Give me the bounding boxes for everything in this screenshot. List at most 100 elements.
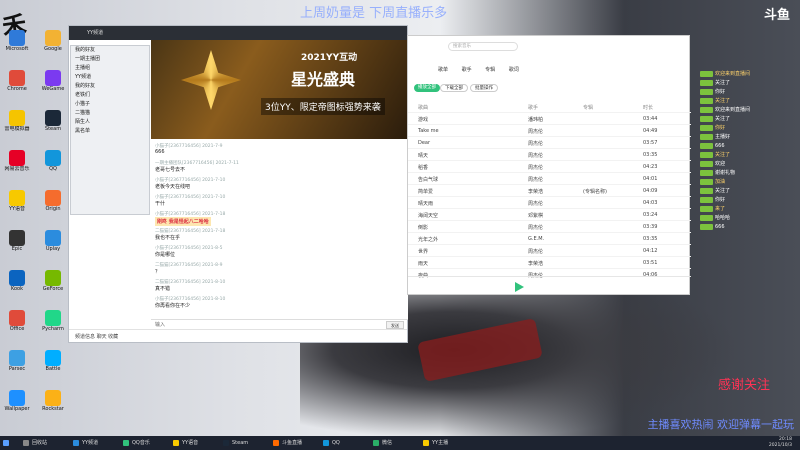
music-row[interactable]: 告白气球 周杰伦 04:01 [408,172,691,184]
taskbar-item[interactable]: 回收站 [22,438,68,448]
desktop-icon[interactable]: Kook [0,270,34,298]
music-search-input[interactable]: 搜索音乐 [448,42,518,51]
play-all-button[interactable]: 播放全部 [414,84,440,92]
taskbar-app-icon [323,440,329,446]
taskbar-item[interactable]: QQ [322,438,368,448]
danmaku-item: 关注了 [700,97,800,106]
download-all-button[interactable]: 下载全部 [440,84,468,92]
contact-list-item[interactable]: 我的好友 [71,46,149,55]
danmaku-text: 欢迎来到直播间 [715,71,751,77]
music-row[interactable]: 海阔天空 邓紫棋 03:24 [408,208,691,220]
music-window[interactable]: 搜索音乐 歌单 歌手 专辑 歌词 播放全部 下载全部 批量操作 歌曲 歌手 专辑 时长… [407,35,691,296]
desktop-icon[interactable]: Epic [0,230,34,258]
desktop-icon[interactable]: GeForce [36,270,70,298]
desktop-icon[interactable]: Office [0,310,34,338]
chat-message-body: 老板今天在线吧 [155,184,191,190]
desktop-icon[interactable]: Pycharm [36,310,70,338]
desktop-icon[interactable]: 雷电模拟器 [0,110,34,138]
danmaku-item: 欢迎来到直播间 [700,106,800,115]
music-cell: 李荣浩 [528,261,544,267]
desktop-icon-label: WeGame [41,86,65,92]
chat-message: 小猫子[2367716456] 2021-7-10 老板今天在线吧 [155,177,395,190]
contact-list-item[interactable]: 我的好友 [71,82,149,91]
contact-list-item[interactable]: 主播组 [71,64,149,73]
chat-message-body: 我也不在乎 [155,235,181,241]
desktop-icon[interactable]: Google [36,30,70,58]
desktop-icon[interactable]: QQ [36,150,70,178]
contact-list-item[interactable]: 陌生人 [71,118,149,127]
desktop-icon[interactable]: Wallpaper [0,390,34,418]
music-row[interactable]: 雨天 李荣浩 03:51 [408,256,691,268]
taskbar-item[interactable]: 微信 [372,438,418,448]
music-row[interactable]: 简单爱 李荣浩 (专辑名称) 04:09 [408,184,691,196]
music-row[interactable]: 光年之外 G.E.M. 03:35 [408,232,691,244]
taskbar-item[interactable]: YY频道 [72,438,118,448]
desktop-icon[interactable]: Rockstar [36,390,70,418]
contact-list-item[interactable]: YY频道 [71,73,149,82]
event-banner[interactable]: 2021YY互动 星光盛典 3位YY、限定帝图标强势来袭 [151,40,408,139]
music-cell: 倒影 [418,225,429,231]
music-row[interactable]: 游戏 潘玮柏 03:44 [408,112,691,124]
contact-list-item[interactable]: 小猫子 [71,100,149,109]
music-row[interactable]: 晴天 周杰伦 03:35 [408,148,691,160]
music-cell: 04:12 [643,248,658,254]
desktop-icon-label: Microsoft [5,46,29,52]
taskbar-item-label: YY主播 [432,440,449,446]
taskbar-item[interactable]: YY语音 [172,438,218,448]
music-cell: 03:39 [643,224,658,230]
music-tabs[interactable]: 歌单 歌手 专辑 歌词 [438,66,519,73]
app-icon [9,350,25,366]
play-icon[interactable] [515,282,524,292]
chat-input[interactable]: 输入 发送 [151,319,408,329]
desktop-icon[interactable]: 网易云音乐 [0,150,34,178]
chat-message-body: 你是哪位 [155,252,176,258]
yy-title-bar[interactable]: YY频道 [69,26,407,40]
desktop-icon-label: Office [9,326,25,332]
contact-list-item[interactable]: 二猫猫 [71,109,149,118]
music-row[interactable]: 世界 周杰伦 04:12 [408,244,691,256]
contact-list[interactable]: 我的好友 一期主播团 主播组 YY频道 我的好友 老铁们 小猫子 二猫猫 陌生人 黑名单 [70,45,150,215]
music-cell: 简单爱 [418,189,434,195]
taskbar-item[interactable]: QQ音乐 [122,438,168,448]
taskbar-item-label: Steam [232,440,249,446]
music-row[interactable]: 晴天雨 周杰伦 04:03 [408,196,691,208]
taskbar-item-label: YY语音 [182,440,199,446]
taskbar-item[interactable]: YY主播 [422,438,468,448]
music-row[interactable]: 倒影 周杰伦 03:39 [408,220,691,232]
taskbar-item[interactable]: 斗鱼直播 [272,438,318,448]
desktop-icon[interactable]: Parsec [0,350,34,378]
start-button[interactable] [2,438,14,448]
desktop-icon[interactable]: Battle [36,350,70,378]
contact-list-item[interactable]: 黑名单 [71,127,149,136]
batch-button[interactable]: 批量操作 [470,84,498,92]
danmaku-text: 你好 [715,125,726,131]
music-cell: 周杰伦 [528,129,544,135]
desktop-icon[interactable]: Chrome [0,70,34,98]
desktop-icon[interactable]: Uplay [36,230,70,258]
desktop-icon[interactable]: Microsoft [0,30,34,58]
system-clock[interactable]: 20:18 2021/10/3 [769,437,792,449]
danmaku-text: 哈哈哈 [715,215,731,221]
desktop-icon-label: YY语音 [8,206,26,212]
taskbar-app-icon [73,440,79,446]
contact-list-item[interactable]: 老铁们 [71,91,149,100]
desktop-icon[interactable]: WeGame [36,70,70,98]
desktop-icon[interactable]: YY语音 [0,190,34,218]
music-player[interactable] [408,276,691,296]
music-row[interactable]: Take me 周杰伦 04:49 [408,124,691,136]
desktop-icon[interactable]: Origin [36,190,70,218]
danmaku-item: 关注了 [700,187,800,196]
desktop-icon[interactable]: Steam [36,110,70,138]
taskbar-item-label: 回收站 [32,440,48,446]
level-badge [700,223,713,230]
send-button[interactable]: 发送 [386,321,404,329]
taskbar-item-label: YY频道 [82,440,99,446]
music-row[interactable]: Dear 周杰伦 03:57 [408,136,691,148]
taskbar-item[interactable]: Steam [222,438,268,448]
contact-list-item[interactable]: 一期主播团 [71,55,149,64]
yy-bottom-bar[interactable]: 频道信息 聊天 收藏 [69,329,407,343]
app-icon [9,230,25,246]
music-row[interactable]: 稻香 周杰伦 04:23 [408,160,691,172]
music-cell: 03:35 [643,236,658,242]
app-icon [45,30,61,46]
